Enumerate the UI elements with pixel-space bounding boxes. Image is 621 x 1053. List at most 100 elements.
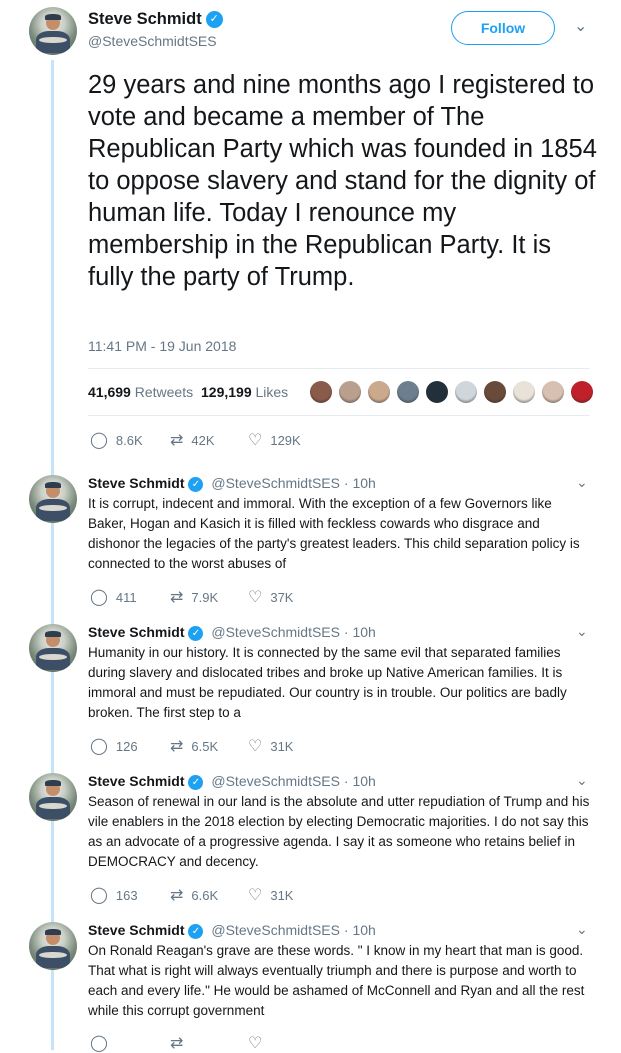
tweet-time[interactable]: 10h: [352, 624, 375, 640]
liker-avatar[interactable]: [484, 381, 506, 403]
liker-avatar[interactable]: [310, 381, 332, 403]
like-icon: ♡: [248, 589, 263, 606]
retweet-label: Retweets: [134, 384, 194, 400]
tweet-time[interactable]: 10h: [352, 922, 375, 938]
chevron-down-icon[interactable]: ⌄: [576, 474, 588, 491]
author-name[interactable]: Steve Schmidt: [88, 624, 184, 640]
retweet-count: 7.9K: [191, 589, 219, 605]
tweet-actions: ◯ 411 ⇄ 7.9K ♡ 37K: [88, 587, 488, 607]
follow-button[interactable]: Follow: [451, 11, 555, 45]
liker-avatar[interactable]: [542, 381, 564, 403]
avatar[interactable]: [29, 922, 77, 970]
thread-line: [51, 60, 54, 1050]
reply-button[interactable]: ◯: [90, 1033, 108, 1053]
like-button[interactable]: ♡ 31K: [248, 885, 293, 905]
author-handle[interactable]: @SteveSchmidtSES: [211, 773, 340, 789]
like-button[interactable]: ♡ 37K: [248, 587, 293, 607]
retweet-short-count: 42K: [191, 432, 215, 448]
likes-stat[interactable]: 129,199 Likes: [201, 384, 288, 400]
verified-icon: ✓: [188, 774, 204, 790]
like-button[interactable]: ♡ 31K: [248, 736, 293, 756]
retweet-button[interactable]: ⇄ 42K: [170, 430, 215, 450]
retweet-icon: ⇄: [170, 1035, 184, 1052]
liker-avatar[interactable]: [339, 381, 361, 403]
author-name[interactable]: Steve Schmidt: [88, 475, 184, 491]
likes-label: Likes: [255, 384, 289, 400]
tweet-timestamp[interactable]: 11:41 PM - 19 Jun 2018: [88, 338, 236, 354]
tweet-text: Humanity in our history. It is connected…: [88, 645, 567, 720]
retweet-count: 6.6K: [191, 887, 219, 903]
reply-count: 163: [115, 887, 138, 903]
liker-avatar[interactable]: [426, 381, 448, 403]
tweet-text: On Ronald Reagan's grave are these words…: [88, 943, 585, 1018]
reply-icon: ◯: [90, 1035, 108, 1052]
retweet-button[interactable]: ⇄ 7.9K: [170, 587, 218, 607]
liker-avatar[interactable]: [368, 381, 390, 403]
like-icon: ♡: [248, 432, 263, 449]
retweet-stat[interactable]: 41,699 Retweets: [88, 384, 193, 400]
tweet-actions: ◯ 126 ⇄ 6.5K ♡ 31K: [88, 736, 488, 756]
reply-icon: ◯: [90, 589, 108, 606]
like-count: 31K: [270, 738, 294, 754]
like-button[interactable]: ♡: [248, 1033, 262, 1053]
retweet-button[interactable]: ⇄ 6.5K: [170, 736, 218, 756]
tweet-header: Steve Schmidt ✓ @SteveSchmidtSES · 10h: [88, 475, 376, 492]
avatar[interactable]: [29, 475, 77, 523]
liker-avatar[interactable]: [513, 381, 535, 403]
retweet-icon: ⇄: [170, 738, 184, 755]
liker-avatar[interactable]: [571, 381, 593, 403]
like-icon: ♡: [248, 1035, 263, 1052]
reply-count: 411: [115, 589, 137, 605]
author-name[interactable]: Steve Schmidt: [88, 922, 184, 938]
liker-avatar[interactable]: [397, 381, 419, 403]
avatar[interactable]: [29, 773, 77, 821]
reply-icon: ◯: [90, 432, 108, 449]
reply-count: 126: [115, 738, 138, 754]
reply-button[interactable]: ◯ 411: [90, 587, 137, 607]
author-name[interactable]: Steve Schmidt: [88, 773, 184, 789]
chevron-down-icon[interactable]: ⌄: [576, 772, 588, 789]
author-handle[interactable]: @SteveSchmidtSES: [211, 922, 340, 938]
verified-icon: ✓: [188, 625, 204, 641]
tweet-header: Steve Schmidt ✓ @SteveSchmidtSES · 10h: [88, 773, 376, 790]
reply-count: 8.6K: [115, 432, 143, 448]
likes-count: 129,199: [201, 384, 252, 400]
tweet-text: It is corrupt, indecent and immoral. Wit…: [88, 496, 580, 571]
author-name[interactable]: Steve Schmidt: [88, 10, 202, 28]
like-icon: ♡: [248, 738, 263, 755]
tweet-actions: ◯ ⇄ ♡: [88, 1033, 488, 1053]
retweet-count: 41,699: [88, 384, 131, 400]
main-tweet-actions: ◯ 8.6K ⇄ 42K ♡ 129K: [88, 430, 488, 450]
verified-icon: ✓: [188, 476, 204, 492]
retweet-icon: ⇄: [170, 887, 184, 904]
liker-avatar[interactable]: [455, 381, 477, 403]
reply-button[interactable]: ◯ 8.6K: [90, 430, 143, 450]
author-handle[interactable]: @SteveSchmidtSES: [88, 33, 223, 49]
tweet-time[interactable]: 10h: [352, 773, 375, 789]
verified-icon: ✓: [205, 11, 223, 29]
tweet-time[interactable]: 10h: [352, 475, 375, 491]
tweet-stats: 41,699 Retweets 129,199 Likes: [88, 368, 593, 416]
author-handle[interactable]: @SteveSchmidtSES: [211, 475, 340, 491]
reply-button[interactable]: ◯ 126: [90, 736, 138, 756]
chevron-down-icon[interactable]: ⌄: [576, 921, 588, 938]
chevron-down-icon[interactable]: ⌄: [576, 623, 588, 640]
like-button[interactable]: ♡ 129K: [248, 430, 301, 450]
retweet-count: 6.5K: [191, 738, 219, 754]
tweet-header: Steve Schmidt ✓ @SteveSchmidtSES · 10h: [88, 922, 376, 939]
main-tweet-header: Steve Schmidt ✓ @SteveSchmidtSES: [88, 8, 223, 49]
retweet-button[interactable]: ⇄ 6.6K: [170, 885, 218, 905]
reply-icon: ◯: [90, 887, 108, 904]
tweet-actions: ◯ 163 ⇄ 6.6K ♡ 31K: [88, 885, 488, 905]
like-short-count: 129K: [270, 432, 301, 448]
avatar[interactable]: [29, 7, 77, 55]
retweet-button[interactable]: ⇄: [170, 1033, 183, 1053]
reply-button[interactable]: ◯ 163: [90, 885, 138, 905]
tweet-text: 29 years and nine months ago I registere…: [88, 71, 597, 291]
retweet-icon: ⇄: [170, 432, 184, 449]
author-handle[interactable]: @SteveSchmidtSES: [211, 624, 340, 640]
verified-icon: ✓: [188, 923, 204, 939]
avatar[interactable]: [29, 624, 77, 672]
chevron-down-icon[interactable]: ⌄: [574, 16, 587, 36]
tweet-header: Steve Schmidt ✓ @SteveSchmidtSES · 10h: [88, 624, 376, 641]
